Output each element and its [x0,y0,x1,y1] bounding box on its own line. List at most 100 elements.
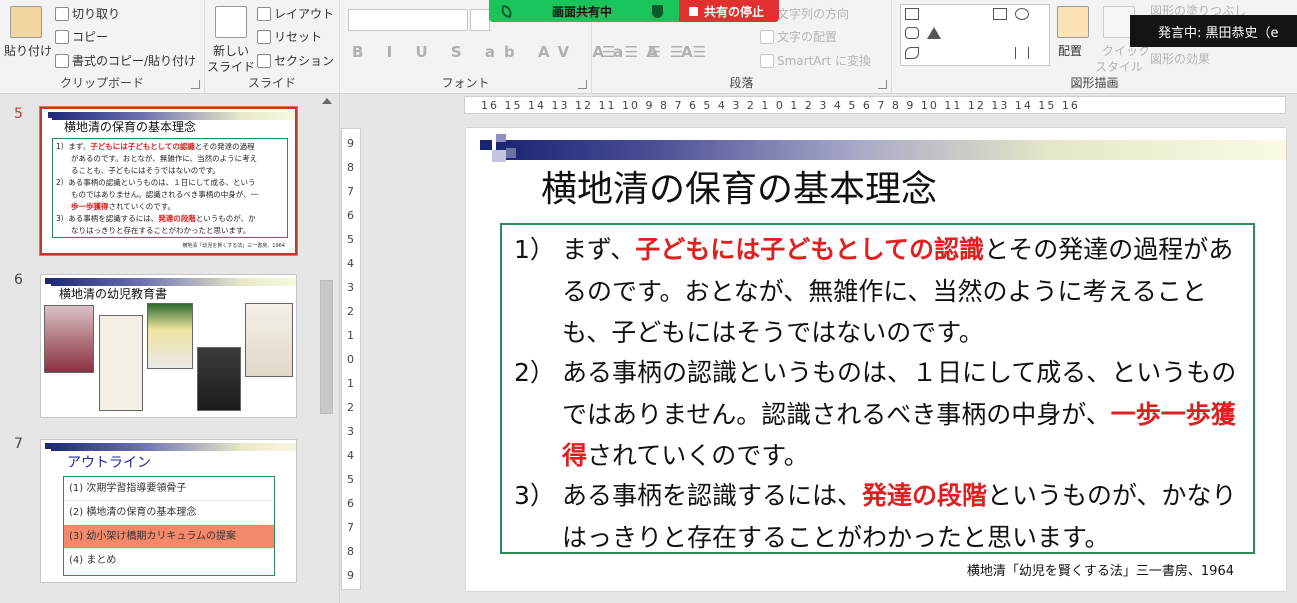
outline-item: (4) まとめ [69,555,117,566]
rectangle-shape-icon[interactable] [993,8,1007,20]
point-text: されていくのです。 [587,441,809,470]
copy-icon [55,29,69,44]
point-text: まず、 [562,235,636,264]
outline-item-current: (3) 幼小架け橋期カリキュラムの提案 [64,525,274,549]
brace-shape-icon[interactable] [1015,47,1029,59]
slide-point-3: 3） ある事柄を認識するには、発達の段階というものが、かなりはっきりと存在するこ… [514,475,1244,558]
share-status-label: 画面共有中 [552,4,613,19]
thumbnail-number: 5 [14,106,23,122]
new-slide-button-line1[interactable]: 新しい [213,42,249,59]
ruler-tick: 0 [347,353,354,366]
point-number: 3） [514,481,555,510]
layout-icon [257,6,271,21]
thumbnail-scrollbar[interactable] [318,94,335,603]
freeform-shape-icon[interactable] [905,47,919,59]
clipboard-group-label: クリップボード [59,76,144,90]
point-highlight: 子どもには子どもとしての認識 [635,235,985,264]
square-decoration [45,443,51,449]
square-decoration [45,278,51,284]
ruler-tick: 3 [347,425,354,438]
align-text-button[interactable]: 文字の配置 [760,28,837,45]
brush-icon [55,53,69,68]
section-button[interactable]: セクション [257,52,334,69]
scroll-up-icon[interactable] [322,98,332,104]
thumbnail-line: 2）ある事柄の認識というものは、１日にして成る、という [56,178,256,187]
format-painter-label: 書式のコピー/貼り付け [72,54,197,68]
paragraph-align-buttons[interactable]: ☰ ☰ ☰ ☰ ☰ [602,43,708,61]
stop-share-button[interactable]: 共有の停止 [679,0,779,22]
thumbnail-line: ものではありません。認識されるべき事柄の中身が、一 [56,190,259,199]
thumbnail-line: なりはっきりと存在することがわかったと思います。 [56,226,251,235]
title-bar-decoration [496,140,1286,160]
font-launcher-icon[interactable] [578,80,587,89]
paste-button[interactable]: 貼り付け [4,42,52,59]
thumbnail-title: 横地清の保育の基本理念 [64,120,197,134]
smartart-label: SmartArt に変換 [777,54,871,68]
copy-label: コピー [72,30,109,44]
paragraph-launcher-icon[interactable] [878,80,887,89]
ruler-tick: 3 [347,281,354,294]
thumbnail-line: があるのです。おとなが、無雑作に、当然のように考え [56,154,258,163]
ruler-tick: 7 [347,521,354,534]
slides-group: 新しい スライド レイアウト リセット セクション スライド [205,0,340,94]
oval-shape-icon[interactable] [1015,8,1029,20]
slide-canvas[interactable]: 横地清の保育の基本理念 1） まず、子どもには子どもとしての認識とその発達の過程… [466,128,1286,591]
shape-effects-button[interactable]: 図形の効果 [1150,50,1210,67]
thumbnail-slide-6[interactable]: 横地清の幼児教育書 [40,274,297,418]
share-status[interactable]: 画面共有中 [489,0,679,22]
thumbnail-title: 横地清の幼児教育書 [59,287,168,301]
ruler-tick: 4 [347,449,354,462]
smartart-button[interactable]: SmartArt に変換 [760,52,871,69]
book-cover-image [245,303,293,377]
slide-thumbnail-pane: 5 横地清の保育の基本理念 1）まず、子どもには子どもとしての認識とその発達の過… [0,94,340,603]
cut-label: 切り取り [72,7,121,21]
font-name-box[interactable] [348,9,468,31]
copy-button[interactable]: コピー [55,28,108,45]
ruler-tick: 8 [347,545,354,558]
ruler-tick: 2 [347,305,354,318]
thumbnail-slide-7[interactable]: アウトライン (1) 次期学習指導要領骨子 (2) 横地清の保育の基本理念 (3… [40,439,297,583]
scrollbar-thumb[interactable] [320,280,333,414]
arrange-icon [1057,6,1089,38]
scissors-icon [55,6,69,21]
square-decoration [506,148,516,158]
layout-label: レイアウト [274,7,335,21]
thumbnail-source: 横地清「幼児を賢くする法」三一書房、1964 [182,243,285,249]
align-text-label: 文字の配置 [777,30,838,44]
paste-icon [10,6,42,38]
reset-button[interactable]: リセット [257,28,322,45]
format-painter-button[interactable]: 書式のコピー/貼り付け [55,52,196,69]
thumbnail-slide-5[interactable]: 横地清の保育の基本理念 1）まず、子どもには子どもとしての認識とその発達の過程 … [39,106,298,256]
reset-icon [257,29,271,44]
thumbnail-line: 歩一歩獲得されていくのです。 [71,202,176,211]
ruler-tick: 9 [347,569,354,582]
point-highlight: 発達の段階 [862,481,988,510]
square-decoration [480,140,492,150]
cut-button[interactable]: 切り取り [55,5,120,22]
align-text-icon [760,29,774,44]
clipboard-group: 貼り付け 切り取り コピー 書式のコピー/貼り付け クリップボード [0,0,205,94]
stop-share-label: 共有の停止 [704,4,765,19]
new-slide-icon [215,6,247,38]
font-group-label: フォント [441,76,490,90]
triangle-shape-icon[interactable] [927,27,941,39]
layout-button[interactable]: レイアウト [257,5,334,22]
new-slide-button-line2[interactable]: スライド [207,58,255,75]
text-direction-label: 文字列の方向 [777,7,850,21]
reset-label: リセット [274,30,323,44]
slide-title[interactable]: 横地清の保育の基本理念 [541,160,937,212]
book-cover-image [99,315,143,411]
quick-styles-button-line2[interactable]: スタイル [1095,58,1143,75]
thumbnail-content-box: 1）まず、子どもには子どもとしての認識とその発達の過程 があるのです。おとなが、… [52,138,288,238]
clipboard-launcher-icon[interactable] [191,80,200,89]
font-size-box[interactable] [470,9,490,31]
rounded-rect-shape-icon[interactable] [905,27,919,39]
textbox-shape-icon[interactable] [905,8,919,20]
arrange-button[interactable]: 配置 [1058,42,1082,59]
slide-content-box[interactable]: 1） まず、子どもには子どもとしての認識とその発達の過程があるのです。おとなが、… [500,223,1255,554]
point-text: ある事柄を認識するには、 [562,481,863,510]
slides-group-label: スライド [247,76,296,90]
outline-list: (1) 次期学習指導要領骨子 (2) 横地清の保育の基本理念 (3) 幼小架け橋… [63,476,275,576]
paragraph-group-label: 段落 [729,76,754,90]
shape-gallery[interactable] [900,4,1050,66]
